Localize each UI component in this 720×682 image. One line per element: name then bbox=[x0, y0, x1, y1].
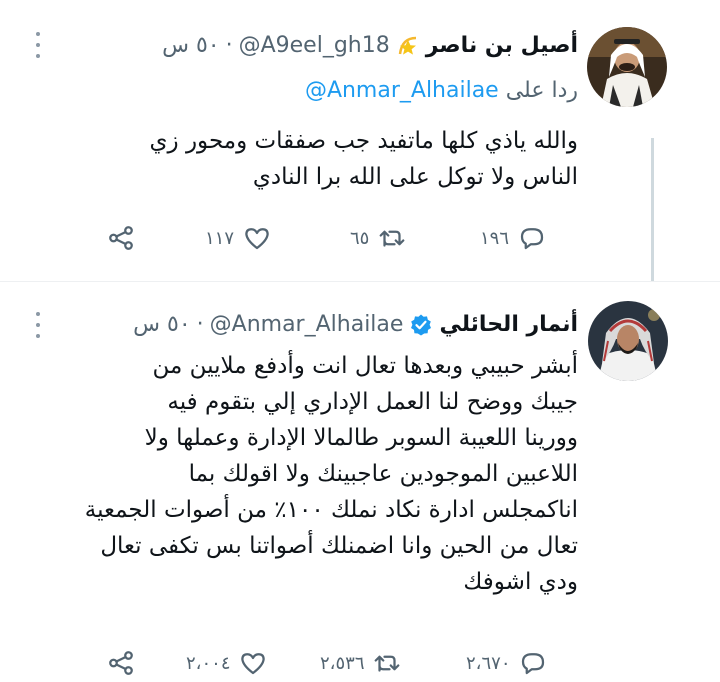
like-button[interactable]: ١١٧ bbox=[205, 220, 272, 256]
retweet-button[interactable]: ٦٥ bbox=[350, 220, 407, 256]
reply-icon bbox=[522, 653, 545, 675]
heart-icon bbox=[241, 653, 266, 675]
tweet-text-line: أبشر حبيبي وبعدها تعال انت وأدفع ملايين … bbox=[152, 353, 579, 379]
tweet-header: أنمار الحائلي @Anmar_Alhailae · ٥٠ س bbox=[133, 310, 578, 340]
heart-icon bbox=[245, 228, 269, 250]
more-options-icon[interactable] bbox=[30, 30, 46, 62]
display-name[interactable]: أنمار الحائلي bbox=[439, 310, 578, 340]
tweet-actions: ٢،٦٧٠ ٢،٥٣٦ ٢،٠٠٤ bbox=[0, 645, 720, 681]
tweet-text-line: الناس ولا توكل على الله برا النادي bbox=[252, 164, 578, 190]
share-icon bbox=[109, 226, 133, 250]
separator-dot: · bbox=[196, 312, 204, 337]
user-handle[interactable]: @A9eel_gh18 bbox=[239, 31, 390, 61]
timestamp[interactable]: ٥٠ س bbox=[162, 31, 220, 61]
reply-count: ١٩٦ bbox=[480, 227, 510, 249]
replying-to: ردا على @Anmar_Alhailae bbox=[305, 78, 578, 103]
tweet-text-line: وورينا اللعيبة السوبر طالمالا الإدارة وع… bbox=[144, 425, 578, 451]
share-button[interactable] bbox=[106, 220, 136, 256]
reply-icon bbox=[520, 228, 544, 250]
retweet-icon bbox=[379, 230, 405, 247]
tweet-text: والله ياذي كلها ماتفيد جب صفقات ومحور زي… bbox=[150, 123, 578, 195]
retweet-count: ٢،٥٣٦ bbox=[320, 652, 365, 674]
like-count: ١١٧ bbox=[205, 227, 235, 249]
star-emoji-icon bbox=[396, 34, 420, 58]
avatar[interactable] bbox=[588, 301, 668, 381]
tweet-main[interactable]: أنمار الحائلي @Anmar_Alhailae · ٥٠ س أبش… bbox=[0, 281, 720, 682]
tweet-text-line: والله ياذي كلها ماتفيد جب صفقات ومحور زي bbox=[149, 128, 578, 154]
reply-button[interactable]: ١٩٦ bbox=[480, 220, 547, 256]
tweet-text: أبشر حبيبي وبعدها تعال انت وأدفع ملايين … bbox=[85, 348, 578, 600]
tweet-text-line: جيبك ووضح لنا العمل الإداري إلي بتقوم في… bbox=[167, 389, 578, 415]
more-options-icon[interactable] bbox=[30, 310, 46, 342]
retweet-button[interactable]: ٢،٥٣٦ bbox=[320, 645, 402, 681]
avatar[interactable] bbox=[587, 27, 667, 107]
like-button[interactable]: ٢،٠٠٤ bbox=[186, 645, 268, 681]
display-name[interactable]: أصيل بن ناصر bbox=[426, 31, 578, 61]
tweet-text-line: تعال من الحين وانا اضمنلك أصواتنا بس تكف… bbox=[100, 533, 578, 559]
share-button[interactable] bbox=[106, 645, 136, 681]
retweet-count: ٦٥ bbox=[350, 227, 370, 249]
verified-badge-icon bbox=[409, 313, 433, 337]
replying-to-label: ردا على bbox=[505, 78, 578, 103]
timestamp[interactable]: ٥٠ س bbox=[133, 310, 191, 340]
like-count: ٢،٠٠٤ bbox=[186, 652, 231, 674]
separator-dot: · bbox=[225, 33, 233, 58]
tweet-reply[interactable]: أصيل بن ناصر @A9eel_gh18 · ٥٠ س ردا على … bbox=[0, 0, 720, 281]
retweet-icon bbox=[375, 655, 400, 672]
tweet-text-line: اناكمجلس ادارة نكاد نملك ١٠٠٪ من أصوات ا… bbox=[84, 497, 578, 523]
reply-count: ٢،٦٧٠ bbox=[466, 652, 511, 674]
reply-button[interactable]: ٢،٦٧٠ bbox=[466, 645, 548, 681]
thread-connector-line bbox=[651, 138, 654, 281]
share-icon bbox=[109, 651, 133, 675]
user-handle[interactable]: @Anmar_Alhailae bbox=[210, 310, 404, 340]
reply-mention-link[interactable]: @Anmar_Alhailae bbox=[305, 78, 499, 103]
tweet-header: أصيل بن ناصر @A9eel_gh18 · ٥٠ س bbox=[162, 31, 578, 61]
tweet-text-line: اللاعبين الموجودين عاجبينك ولا اقولك بما bbox=[188, 461, 578, 487]
tweet-text-line: ودي اشوفك bbox=[463, 569, 578, 595]
tweet-actions: ١٩٦ ٦٥ ١١٧ bbox=[0, 220, 720, 256]
